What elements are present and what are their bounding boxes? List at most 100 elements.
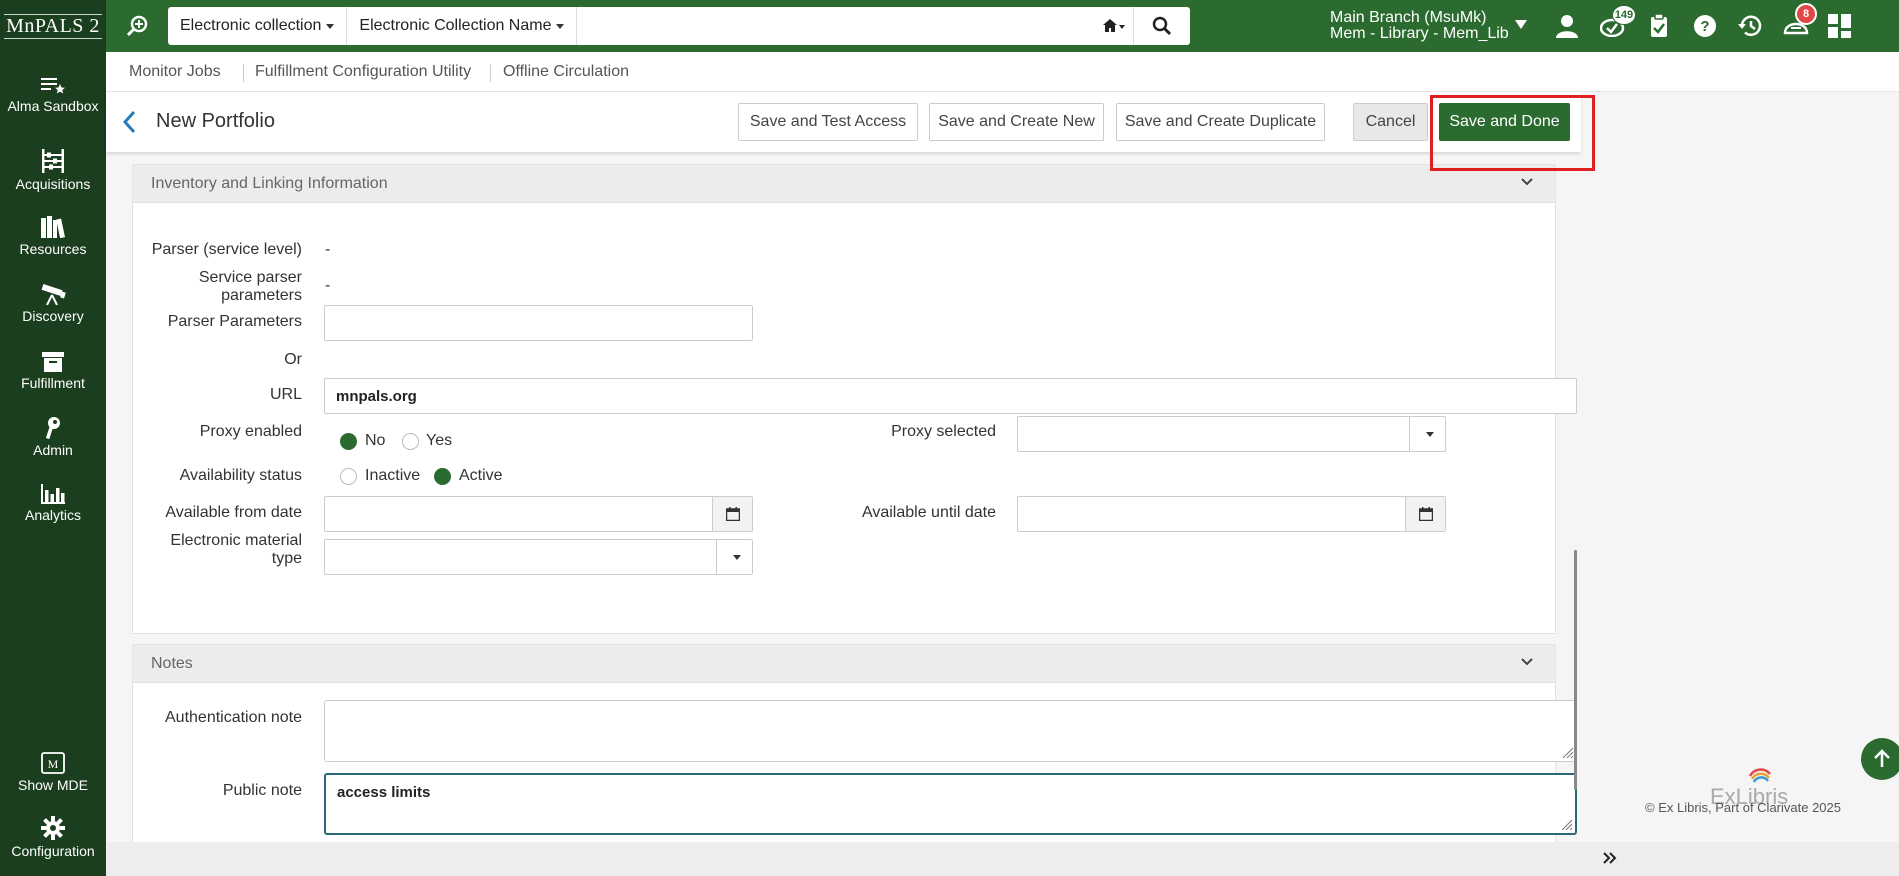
calendar-icon — [1418, 507, 1433, 521]
url-label: URL — [269, 386, 302, 403]
availability-inactive-label: Inactive — [365, 467, 421, 484]
inventory-section-header[interactable]: Inventory and Linking Information — [133, 165, 1555, 203]
url-input[interactable]: mnpals.org — [324, 378, 1577, 414]
search-field-dropdown[interactable]: Electronic Collection Name — [347, 7, 578, 45]
arrow-up-icon — [1874, 749, 1890, 767]
parser-service-value: - — [325, 241, 331, 258]
nav-admin[interactable]: Admin — [0, 417, 106, 458]
notes-section-header[interactable]: Notes — [133, 645, 1555, 683]
material-type-select[interactable] — [324, 539, 753, 575]
copyright-text: © Ex Libris, Part of Clarivate 2025 — [1645, 800, 1841, 815]
help-icon[interactable]: ? — [1690, 11, 1720, 41]
vertical-scrollbar[interactable] — [1574, 550, 1577, 790]
key-icon — [45, 417, 60, 439]
history-icon[interactable] — [1735, 11, 1765, 41]
home-icon — [1102, 19, 1125, 32]
material-type-label: Electronic material type — [133, 532, 302, 568]
search-input[interactable] — [577, 7, 1094, 45]
search-button[interactable] — [1134, 7, 1190, 45]
chevron-down-icon — [1521, 178, 1533, 186]
tasks-icon[interactable]: 149 — [1598, 5, 1636, 41]
parser-params-input[interactable] — [324, 305, 753, 341]
nav-discovery[interactable]: Discovery — [0, 283, 106, 324]
or-label: Or — [284, 351, 302, 368]
search-scope-dropdown[interactable]: Electronic collection — [168, 7, 348, 45]
proxy-selected-select[interactable] — [1017, 416, 1446, 452]
subnav-fulfillment-config-utility[interactable]: Fulfillment Configuration Utility — [255, 63, 471, 81]
nav-alma-sandbox[interactable]: Alma Sandbox — [0, 75, 106, 114]
caret-down-icon — [1426, 431, 1434, 437]
persistent-search-icon[interactable] — [124, 12, 152, 40]
left-nav: Alma Sandbox Acquisitions Resources Disc… — [0, 52, 106, 876]
mde-icon: M — [41, 752, 65, 774]
proxy-no-radio[interactable] — [340, 433, 357, 450]
nav-resources[interactable]: Resources — [0, 216, 106, 257]
calendar-button[interactable] — [712, 497, 752, 531]
user-icon[interactable] — [1552, 11, 1582, 41]
auth-note-textarea[interactable] — [324, 700, 1577, 762]
available-until-input[interactable] — [1017, 496, 1446, 532]
page-header: New Portfolio Save and Test Access Save … — [106, 92, 1581, 152]
sub-nav: Monitor Jobs Fulfillment Configuration U… — [106, 52, 1899, 92]
dropdown-toggle[interactable] — [1409, 417, 1445, 451]
notes-section: Notes Authentication note Public note ac… — [132, 644, 1577, 842]
notifications-icon[interactable]: 8 — [1781, 3, 1817, 41]
widgets-grid-icon[interactable] — [1825, 11, 1855, 41]
section-title: Inventory and Linking Information — [151, 174, 388, 192]
portfolio-form: Inventory and Linking Information Parser… — [106, 152, 1581, 842]
resize-grip-icon[interactable] — [1560, 818, 1572, 830]
subnav-monitor-jobs[interactable]: Monitor Jobs — [129, 63, 221, 81]
right-panel — [1581, 92, 1899, 842]
subnav-offline-circulation[interactable]: Offline Circulation — [503, 63, 629, 81]
chevron-left-icon — [122, 110, 136, 134]
telescope-icon — [41, 284, 66, 305]
nav-label: Acquisitions — [15, 176, 91, 192]
scroll-to-top-button[interactable] — [1861, 738, 1899, 780]
clipboard-check-icon[interactable] — [1644, 11, 1674, 41]
nav-acquisitions[interactable]: Acquisitions — [0, 149, 106, 192]
search-bar: Electronic collection Electronic Collect… — [168, 7, 1190, 45]
save-and-done-button[interactable]: Save and Done — [1439, 103, 1570, 141]
nav-analytics[interactable]: Analytics — [0, 484, 106, 523]
dropdown-toggle[interactable] — [716, 540, 752, 574]
subnav-divider — [243, 64, 244, 82]
institution-switcher[interactable]: Main Branch (MsuMk) Mem - Library - Mem_… — [1330, 10, 1509, 42]
save-and-create-new-button[interactable]: Save and Create New — [929, 103, 1104, 141]
resize-grip-icon[interactable] — [1561, 746, 1573, 758]
proxy-yes-radio[interactable] — [402, 433, 419, 450]
nav-show-mde[interactable]: M Show MDE — [0, 752, 106, 793]
nav-fulfillment[interactable]: Fulfillment — [0, 350, 106, 391]
nav-configuration[interactable]: Configuration — [0, 816, 106, 859]
cancel-button[interactable]: Cancel — [1353, 103, 1428, 141]
nav-label: Fulfillment — [21, 375, 85, 391]
institution-caret-icon[interactable] — [1515, 20, 1527, 29]
back-button[interactable] — [120, 108, 140, 136]
availability-active-radio[interactable] — [434, 468, 451, 485]
save-and-create-duplicate-button[interactable]: Save and Create Duplicate — [1116, 103, 1325, 141]
availability-inactive-radio[interactable] — [340, 468, 357, 485]
svg-text:?: ? — [1700, 18, 1709, 35]
page-title: New Portfolio — [156, 110, 275, 132]
label-line: parameters — [221, 287, 302, 304]
notifications-badge: 8 — [1795, 3, 1817, 25]
proxy-selected-label: Proxy selected — [891, 423, 996, 440]
bottom-bar — [106, 842, 1899, 876]
parser-service-label: Parser (service level) — [151, 241, 302, 258]
app-logo-text: MnPALS 2 — [4, 13, 102, 39]
available-from-input[interactable] — [324, 496, 753, 532]
caret-down-icon — [556, 23, 565, 29]
expand-panel-button[interactable] — [1602, 850, 1618, 870]
top-bar: MnPALS 2 Electronic collection Electroni… — [0, 0, 1899, 52]
magnifier-icon — [1152, 16, 1172, 36]
public-note-textarea[interactable]: access limits — [324, 773, 1577, 835]
url-value: mnpals.org — [336, 388, 417, 405]
bar-chart-icon — [41, 484, 65, 504]
available-until-label: Available until date — [861, 504, 996, 521]
app-logo[interactable]: MnPALS 2 — [0, 0, 106, 52]
home-scope-dropdown[interactable] — [1094, 7, 1134, 45]
calendar-button[interactable] — [1405, 497, 1445, 531]
svg-text:M: M — [48, 757, 59, 771]
archive-box-icon — [42, 352, 64, 372]
save-and-test-access-button[interactable]: Save and Test Access — [738, 103, 918, 141]
nav-label: Show MDE — [17, 777, 89, 793]
